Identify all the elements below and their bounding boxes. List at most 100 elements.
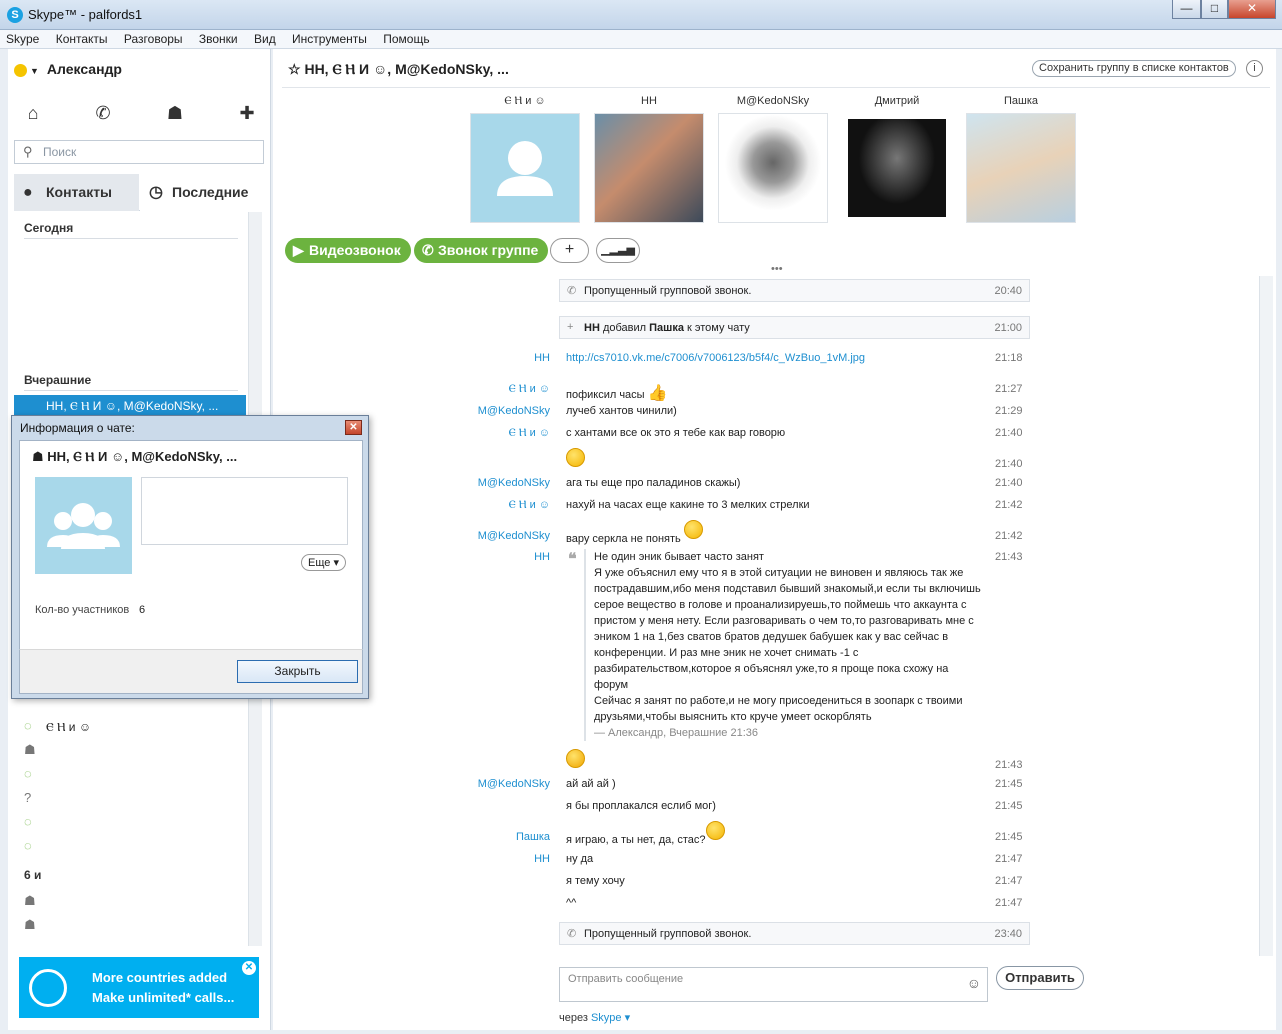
message-sender[interactable]: НН	[380, 352, 550, 364]
minimize-button[interactable]: —	[1172, 0, 1201, 19]
video-icon: ▶	[293, 242, 304, 258]
message-text	[566, 448, 585, 467]
message-sender[interactable]: M@KedoNSky	[380, 530, 550, 542]
profile-name-area[interactable]: ▼ Александр	[14, 61, 122, 77]
ad-line-2: Make unlimited* calls...	[92, 990, 235, 1005]
message-sender[interactable]: M@KedoNSky	[380, 778, 550, 790]
avatar	[966, 113, 1076, 223]
quoted-message: Не один эник бывает часто занят Я уже об…	[584, 549, 984, 741]
message-sender[interactable]: Ⲉ Ⲏ и ☺	[380, 427, 550, 440]
participant-card[interactable]: Пашка	[966, 95, 1076, 223]
group-avatar-icon	[47, 503, 120, 549]
add-button[interactable]: +	[550, 238, 589, 263]
online-icon: ◌	[24, 838, 32, 853]
message-time: 21:45	[995, 778, 1023, 790]
close-icon[interactable]: ✕	[345, 420, 362, 435]
participant-card[interactable]: НН	[594, 95, 704, 223]
quote-line: Сейчас я занят по работе,и не могу присо…	[594, 695, 963, 707]
added-name: Пашка	[649, 322, 684, 334]
chevron-down-icon[interactable]: ▼	[30, 66, 39, 76]
message-body: пофиксил часы	[566, 389, 645, 401]
participant-card[interactable]: Дмитрий	[842, 95, 952, 223]
tab-contacts-label: Контакты	[46, 184, 113, 200]
menu-tools[interactable]: Инструменты	[286, 30, 374, 46]
via-service-dropdown[interactable]: Skype ▾	[591, 1012, 630, 1024]
close-icon[interactable]: ✕	[242, 961, 256, 975]
ad-banner[interactable]: More countries added Make unlimited* cal…	[19, 957, 259, 1018]
group-icon[interactable]: ☗	[160, 98, 190, 128]
home-icon[interactable]: ⌂	[18, 98, 48, 128]
divider	[282, 87, 1270, 88]
list-item-label: НН, Ⲉ Ⲏ И ☺, M@KedoNSky, ...	[46, 399, 219, 413]
resize-handle[interactable]: •••	[771, 263, 783, 275]
save-group-button[interactable]: Сохранить группу в списке контактов	[1032, 60, 1236, 77]
system-message-text: к этому чату	[683, 322, 750, 334]
info-icon[interactable]: i	[1246, 60, 1263, 77]
menu-conversations[interactable]: Разговоры	[118, 30, 190, 46]
close-button[interactable]: Закрыть	[237, 660, 358, 683]
dialog-footer: Закрыть	[19, 649, 363, 694]
message-time: 21:43	[995, 759, 1023, 771]
menu-contacts[interactable]: Контакты	[50, 30, 115, 46]
group-call-button[interactable]: ✆ Звонок группе	[414, 238, 549, 263]
message-sender[interactable]: Ⲉ Ⲏ и ☺	[380, 499, 550, 512]
group-icon: ☗	[24, 917, 36, 932]
globe-icon	[29, 969, 67, 1007]
section-yesterday: Вчерашние	[24, 373, 92, 387]
message-time: 21:27	[995, 383, 1023, 395]
search-input[interactable]: ⚲ Поиск	[14, 140, 264, 164]
quote-footer: — Александр, Вчерашние 21:36	[594, 727, 759, 739]
topic-field[interactable]	[141, 477, 348, 545]
tab-recent[interactable]: ◷ Последние	[140, 174, 264, 211]
message-time: 21:18	[995, 352, 1023, 364]
more-label: Еще	[308, 557, 331, 569]
message-time: 21:45	[995, 831, 1023, 843]
divider	[24, 238, 238, 239]
list-item-selected[interactable]: НН, Ⲉ Ⲏ И ☺, M@KedoNSky, ...	[14, 395, 246, 416]
video-call-button[interactable]: ▶ Видеозвонок	[285, 238, 411, 263]
message-sender[interactable]: НН	[380, 853, 550, 865]
participant-name: Ⲉ Ⲏ и ☺	[504, 95, 546, 107]
call-quality-button[interactable]: ▁▂▃▅	[596, 238, 640, 263]
system-message-text: добавил	[599, 322, 650, 334]
participant-card[interactable]: Ⲉ Ⲏ и ☺	[470, 95, 580, 223]
more-dropdown[interactable]: Еще ▾	[301, 554, 346, 571]
phone-icon[interactable]: ✆	[88, 98, 118, 128]
menu-help[interactable]: Помощь	[377, 30, 436, 46]
message-input[interactable]: Отправить сообщение ☺	[559, 967, 988, 1002]
message-sender[interactable]: НН	[380, 551, 550, 563]
message-link[interactable]: http://cs7010.vk.me/c7006/v7006123/b5f4/…	[566, 352, 865, 364]
dialog-title: Информация о чате:	[20, 421, 135, 435]
dialog-chat-name-text: НН, Ⲉ Ⲏ И ☺, M@KedoNSky, ...	[47, 449, 238, 464]
menu-skype[interactable]: Skype	[0, 30, 46, 46]
list-item[interactable]: Ⲉ Ⲏ и ☺	[46, 720, 91, 735]
divider	[24, 390, 238, 391]
close-window-button[interactable]: ✕	[1228, 0, 1276, 19]
message-sender[interactable]: M@KedoNSky	[380, 477, 550, 489]
phone-icon: ✆	[567, 285, 577, 297]
emoticon-icon[interactable]: ☺	[967, 975, 981, 991]
quote-line: разбирательством,которое я объяснял уже,…	[594, 663, 949, 675]
maximize-button[interactable]: □	[1201, 0, 1228, 19]
star-icon[interactable]: ☆	[288, 61, 304, 77]
profile-name: Александр	[46, 61, 122, 77]
send-button[interactable]: Отправить	[996, 966, 1084, 990]
smile-emoji-icon	[705, 821, 725, 840]
message-body: вару серкла не понять	[566, 533, 681, 546]
message-sender[interactable]: Пашка	[380, 831, 550, 843]
menu-view[interactable]: Вид	[248, 30, 283, 46]
message-time: 23:40	[994, 928, 1022, 940]
message-sender[interactable]: Ⲉ Ⲏ и ☺	[380, 383, 550, 396]
tab-contacts[interactable]: ● Контакты	[14, 174, 139, 211]
online-icon: ◌	[24, 814, 32, 829]
members-label: Кол-во участников	[35, 604, 130, 616]
add-contact-icon[interactable]: ✚	[232, 98, 262, 128]
quote-line: конференции. И раз мне эник не хочет сни…	[594, 647, 859, 659]
chat-scrollbar[interactable]	[1259, 276, 1273, 956]
participant-card[interactable]: M@KedoNSky	[718, 95, 828, 223]
menu-calls[interactable]: Звонки	[193, 30, 245, 46]
status-away-icon[interactable]	[14, 63, 27, 77]
message-sender[interactable]: M@KedoNSky	[380, 405, 550, 417]
message-body: я играю, а ты нет, да, стас?	[566, 834, 706, 847]
smile-emoji-icon	[683, 520, 703, 539]
